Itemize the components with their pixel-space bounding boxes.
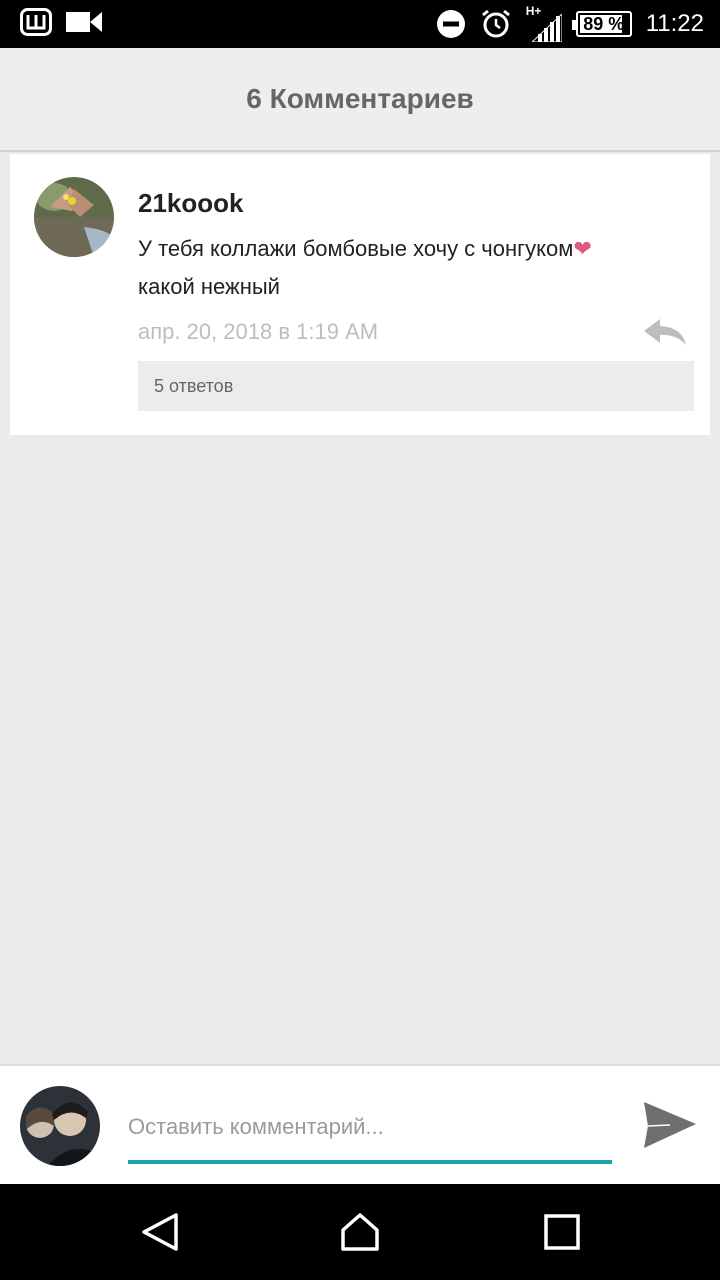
recents-icon[interactable]: [542, 1212, 582, 1252]
dnd-icon: [436, 10, 465, 38]
video-camera-icon: [66, 12, 102, 32]
navigation-bar: [0, 1184, 720, 1280]
send-icon[interactable]: [640, 1096, 698, 1154]
battery-icon: 89 %: [571, 11, 632, 37]
reply-icon[interactable]: [642, 317, 688, 347]
comment-input[interactable]: [128, 1102, 612, 1152]
commenter-avatar[interactable]: [34, 177, 114, 257]
my-avatar[interactable]: [20, 1086, 100, 1166]
comment-compose-bar: [0, 1064, 720, 1184]
clock: 11:22: [645, 10, 704, 37]
header: 6 Комментариев: [0, 48, 720, 152]
comment-text: У тебя коллажи бомбовые хочу с чонгуком❤…: [138, 230, 678, 306]
status-right-icons: H+ 89 % 11:22: [436, 4, 704, 42]
comment-username[interactable]: 21koook: [138, 188, 244, 219]
battery-percent: 89 %: [583, 13, 625, 34]
comment-date: апр. 20, 2018 в 1:19 AM: [138, 319, 379, 344]
avatar-image: [34, 177, 114, 257]
comment-card: 21koook У тебя коллажи бомбовые хочу с ч…: [10, 154, 710, 435]
back-icon[interactable]: [140, 1212, 180, 1252]
avatar-image: [20, 1086, 100, 1166]
comment-field-wrapper: [128, 1102, 612, 1164]
status-left-icons: [20, 8, 102, 36]
home-icon[interactable]: [340, 1212, 380, 1252]
alarm-icon: [481, 9, 510, 38]
signal-indicator: H+: [526, 4, 562, 42]
comment-body: У тебя коллажи бомбовые хочу с чонгуком: [138, 236, 574, 261]
page-title: 6 Комментариев: [246, 83, 474, 114]
replies-label: 5 ответов: [154, 375, 234, 396]
heart-emoji: ❤: [573, 236, 592, 261]
status-bar: H+ 89 % 11:22: [0, 0, 720, 48]
app-w-icon: [20, 8, 52, 36]
comment-body-line2: какой нежный: [138, 274, 280, 299]
replies-button[interactable]: 5 ответов: [138, 361, 694, 411]
signal-icon: [531, 14, 562, 42]
